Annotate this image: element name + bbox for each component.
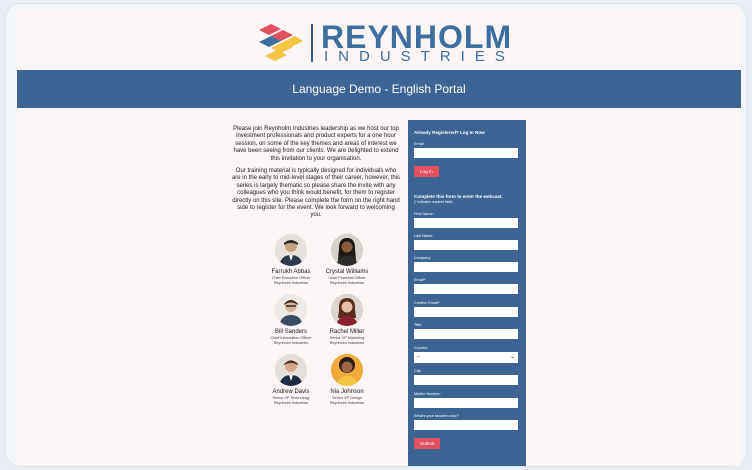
login-button[interactable]: Log In [414,166,439,177]
speaker-card: Nia Johnson Senior VP Design Reynholm In… [317,354,377,405]
favorite-color-label: What's your favorite color? [414,414,459,418]
submit-button[interactable]: Submit [414,438,441,449]
speakers-grid: Farrukh Abbas Chief Executive Officer Re… [261,234,381,414]
login-email-input[interactable] [414,148,518,158]
portal-banner: Language Demo - English Portal [17,70,741,108]
speaker-company: Reynholm Industries [329,280,365,285]
confirm-email-label: Confirm Email*: [414,301,441,305]
company-label: Company: [414,256,432,260]
title-label: Title: [414,323,423,327]
intro-paragraph: Our training material is typically desig… [231,168,401,219]
avatar [331,294,363,326]
person-icon [275,234,307,266]
logo-divider [311,24,313,62]
first-name-input[interactable] [414,218,518,228]
banner-title: Language Demo - English Portal [292,82,466,96]
person-icon [331,294,363,326]
mobile-label: Mobile Number: [414,392,441,396]
avatar [331,354,363,386]
email-input[interactable] [414,284,518,294]
chevron-down-icon: ⌄ [509,354,515,360]
avatar [275,234,307,266]
speaker-company: Reynholm Industries [329,340,365,345]
speaker-company: Reynholm Industries [329,400,365,405]
country-selected-value: -- [417,354,421,360]
avatar [275,354,307,386]
person-icon [331,354,363,386]
reynholm-logo-icon [259,24,303,61]
speaker-name: Bill Sanders [274,329,307,335]
confirm-email-input[interactable] [414,307,518,317]
speaker-name: Farrukh Abbas [271,269,311,275]
login-heading: Already Registered? Log In Now [414,130,485,135]
header-logo-area: REYNHOLM INDUSTRIES [17,10,741,70]
speaker-name: Nia Johnson [330,389,364,395]
speaker-card: Rachel Miller Senior VP Marketing Reynho… [317,294,377,345]
city-label: City: [414,369,422,373]
intro-paragraph: Please join Reynholm Industries leadersh… [233,126,399,162]
speaker-company: Reynholm Industries [273,340,309,345]
email-label: Email*: [414,278,427,282]
first-name-label: First Name: [414,212,434,216]
login-email-label: Email: [414,142,425,146]
mobile-input[interactable] [414,398,518,408]
register-heading: Complete this form to enter the webcast. [414,194,503,199]
speaker-name: Crystal Williams [325,269,369,275]
last-name-input[interactable] [414,240,518,250]
person-icon [275,294,307,326]
speaker-name: Andrew Davis [272,389,310,395]
landing-page: REYNHOLM INDUSTRIES Language Demo - Engl… [17,10,741,466]
avatar [331,234,363,266]
country-select[interactable]: -- ⌄ [414,352,518,363]
title-input[interactable] [414,329,518,339]
registration-panel: Already Registered? Log In Now Email: Lo… [408,120,526,466]
brand-subname: INDUSTRIES [324,48,515,65]
avatar [275,294,307,326]
person-icon [331,234,363,266]
speaker-name: Rachel Miller [329,329,365,335]
speaker-card: Bill Sanders Chief Information Officer R… [261,294,321,345]
speaker-card: Crystal Williams Chief Financial Officer… [317,234,377,285]
speaker-company: Reynholm Industries [273,400,309,405]
city-input[interactable] [414,375,518,385]
last-name-label: Last Name: [414,234,434,238]
required-note: (* indicates required field) [414,200,453,204]
country-label: Country: [414,346,429,350]
speaker-company: Reynholm Industries [273,280,309,285]
favorite-color-input[interactable] [414,420,518,430]
speaker-card: Andrew Davis Senior VP Technology Reynho… [261,354,321,405]
company-input[interactable] [414,262,518,272]
intro-text: Please join Reynholm Industries leadersh… [231,126,401,225]
speaker-card: Farrukh Abbas Chief Executive Officer Re… [261,234,321,285]
person-icon [275,354,307,386]
